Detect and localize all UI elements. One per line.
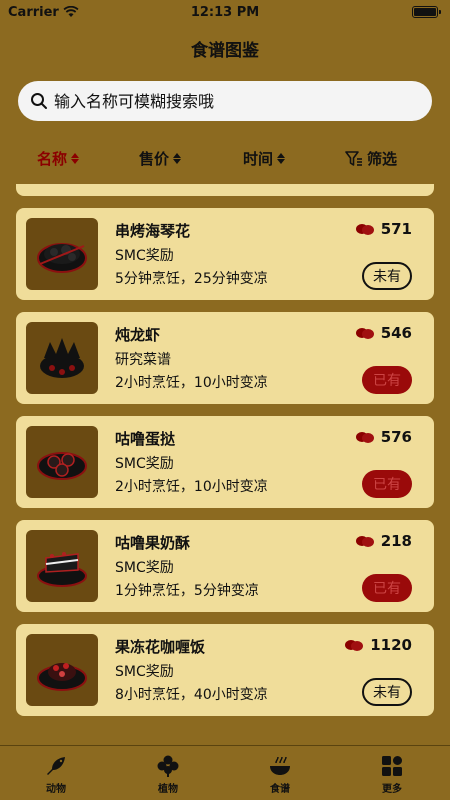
recipe-list[interactable]: 串烤海琴花 SMC奖励 5分钟烹饪，25分钟变凉 571 未有 炖龙虾 研究菜谱…: [0, 184, 450, 744]
sort-price-label: 售价: [139, 150, 170, 168]
bell-coin-icon: [355, 536, 374, 547]
recipe-price: 218: [355, 532, 412, 550]
search-bar[interactable]: [18, 81, 432, 121]
recipe-thumbnail: [26, 322, 98, 394]
filter-icon: [345, 150, 362, 166]
recipe-name: 咕噜蛋挞: [115, 430, 176, 448]
price-value: 576: [380, 428, 412, 446]
recipe-thumbnail: [26, 218, 98, 290]
price-value: 571: [380, 220, 412, 238]
clover-icon: [157, 755, 179, 777]
recipe-card[interactable]: 咕噜蛋挞 SMC奖励 2小时烹饪，10小时变凉 576 已有: [16, 416, 434, 508]
recipe-thumbnail: [26, 634, 98, 706]
recipe-card[interactable]: 串烤海琴花 SMC奖励 5分钟烹饪，25分钟变凉 571 未有: [16, 208, 434, 300]
recipe-price: 571: [355, 220, 412, 238]
dish-crumble-icon: [37, 552, 87, 587]
recipe-name: 咕噜果奶酥: [115, 534, 191, 552]
price-value: 1120: [370, 636, 412, 654]
bowl-icon: [270, 756, 290, 775]
sort-arrows-icon: [277, 153, 286, 164]
sort-arrows-icon: [71, 153, 80, 164]
wifi-icon: [63, 6, 79, 17]
ownership-button[interactable]: 未有: [362, 678, 412, 706]
tab-label: 动物: [46, 784, 66, 795]
tab-plants[interactable]: 植物: [138, 754, 198, 795]
bell-coin-icon: [345, 640, 364, 651]
recipe-source: SMC奖励: [115, 560, 174, 576]
price-value: 218: [380, 532, 412, 550]
recipe-card[interactable]: 炖龙虾 研究菜谱 2小时烹饪，10小时变凉 546 已有: [16, 312, 434, 404]
tab-more[interactable]: 更多: [362, 754, 422, 795]
price-value: 546: [380, 324, 412, 342]
recipe-name: 炖龙虾: [115, 326, 161, 344]
sort-by-price[interactable]: 售价: [139, 148, 182, 169]
ownership-button[interactable]: 已有: [362, 574, 412, 602]
carrier-label: Carrier: [8, 4, 59, 20]
search-input[interactable]: [54, 91, 414, 111]
recipe-time: 5分钟烹饪，25分钟变凉: [115, 271, 268, 287]
tab-label: 植物: [158, 784, 178, 795]
dish-lobster-icon: [40, 338, 84, 378]
list-item-partial: [16, 184, 434, 196]
recipe-price: 1120: [344, 636, 412, 654]
recipe-source: SMC奖励: [115, 456, 174, 472]
recipe-time: 8小时烹饪，40小时变凉: [115, 687, 268, 703]
tab-bar: 动物 植物 食谱 更多: [0, 745, 450, 800]
filter-button[interactable]: 筛选: [345, 148, 397, 169]
recipe-card[interactable]: 咕噜果奶酥 SMC奖励 1分钟烹饪，5分钟变凉 218 已有: [16, 520, 434, 612]
tab-recipes[interactable]: 食谱: [250, 754, 310, 795]
sort-by-time[interactable]: 时间: [243, 148, 286, 169]
recipe-card[interactable]: 果冻花咖喱饭 SMC奖励 8小时烹饪，40小时变凉 1120 未有: [16, 624, 434, 716]
grid-icon: [382, 756, 402, 776]
sort-bar: 名称 售价 时间 筛选: [0, 148, 450, 170]
recipe-thumbnail: [26, 530, 98, 602]
ownership-button[interactable]: 已有: [362, 366, 412, 394]
sort-by-name[interactable]: 名称: [37, 148, 80, 169]
recipe-price: 576: [355, 428, 412, 446]
dish-curry-icon: [37, 663, 87, 691]
tab-label: 更多: [382, 784, 402, 795]
status-bar: Carrier 12:13 PM: [0, 0, 450, 24]
bell-coin-icon: [355, 224, 374, 235]
bell-coin-icon: [355, 328, 374, 339]
battery-icon: [412, 6, 441, 18]
status-left: Carrier: [8, 5, 79, 20]
page-title: 食谱图鉴: [191, 41, 259, 61]
sort-time-label: 时间: [243, 150, 274, 168]
recipe-thumbnail: [26, 426, 98, 498]
tab-animals[interactable]: 动物: [26, 754, 86, 795]
recipe-time: 2小时烹饪，10小时变凉: [115, 479, 268, 495]
recipe-time: 1分钟烹饪，5分钟变凉: [115, 583, 259, 599]
recipe-name: 串烤海琴花: [115, 222, 191, 240]
recipe-name: 果冻花咖喱饭: [115, 638, 206, 656]
recipe-source: SMC奖励: [115, 664, 174, 680]
ownership-button[interactable]: 已有: [362, 470, 412, 498]
sort-name-label: 名称: [37, 150, 68, 168]
recipe-source: 研究菜谱: [115, 352, 171, 368]
ownership-button[interactable]: 未有: [362, 262, 412, 290]
recipe-source: SMC奖励: [115, 248, 174, 264]
recipe-price: 546: [355, 324, 412, 342]
search-icon: [31, 93, 47, 109]
recipe-time: 2小时烹饪，10小时变凉: [115, 375, 268, 391]
tab-label: 食谱: [270, 784, 290, 795]
sort-arrows-icon: [173, 153, 182, 164]
dish-tart-icon: [37, 452, 87, 480]
dish-skewer-icon: [37, 243, 87, 273]
bell-coin-icon: [355, 432, 374, 443]
fish-icon: [47, 757, 65, 775]
filter-label: 筛选: [367, 150, 398, 168]
